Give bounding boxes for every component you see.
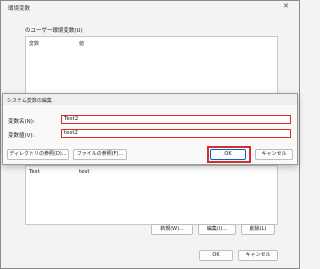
user-variables-list[interactable]: 変数 値 <box>25 36 278 94</box>
env-ok-button[interactable]: OK <box>199 250 233 261</box>
variable-value-input[interactable]: test2 <box>61 129 291 138</box>
variable-name-input[interactable]: Test2 <box>61 115 291 124</box>
browse-directory-button[interactable]: ディレクトリの参照(D)... <box>7 149 69 160</box>
ok-button[interactable]: OK <box>210 149 246 160</box>
window-title: 環境変数 <box>8 6 31 12</box>
variable-name-label: 変数名(N): <box>8 119 35 125</box>
user-variables-group-label: のユーザー環境変数(U) <box>25 28 83 34</box>
ok-button-highlight: OK <box>207 146 251 163</box>
edit-button[interactable]: 編集(I)... <box>198 224 236 235</box>
column-header-variable[interactable]: 変数 <box>29 40 39 47</box>
delete-button[interactable]: 削除(L) <box>241 224 275 235</box>
system-variables-list[interactable]: Test test <box>25 165 278 225</box>
browse-file-button[interactable]: ファイルの参照(F)... <box>73 149 127 160</box>
cancel-button[interactable]: キャンセル <box>255 149 293 160</box>
dialog-title: システム変数の編集 <box>7 97 52 104</box>
column-header-value[interactable]: 値 <box>79 40 84 47</box>
cell-value: test <box>79 169 90 175</box>
cell-variable: Test <box>29 169 40 175</box>
table-row[interactable]: Test test <box>26 168 277 178</box>
env-cancel-button[interactable]: キャンセル <box>238 250 278 261</box>
close-icon[interactable]: ✕ <box>283 2 289 10</box>
edit-system-variable-dialog: システム変数の編集 変数名(N): Test2 変数値(V): test2 ディ… <box>2 93 298 165</box>
new-button[interactable]: 新規(W)... <box>151 224 193 235</box>
variable-value-label: 変数値(V): <box>8 133 35 139</box>
